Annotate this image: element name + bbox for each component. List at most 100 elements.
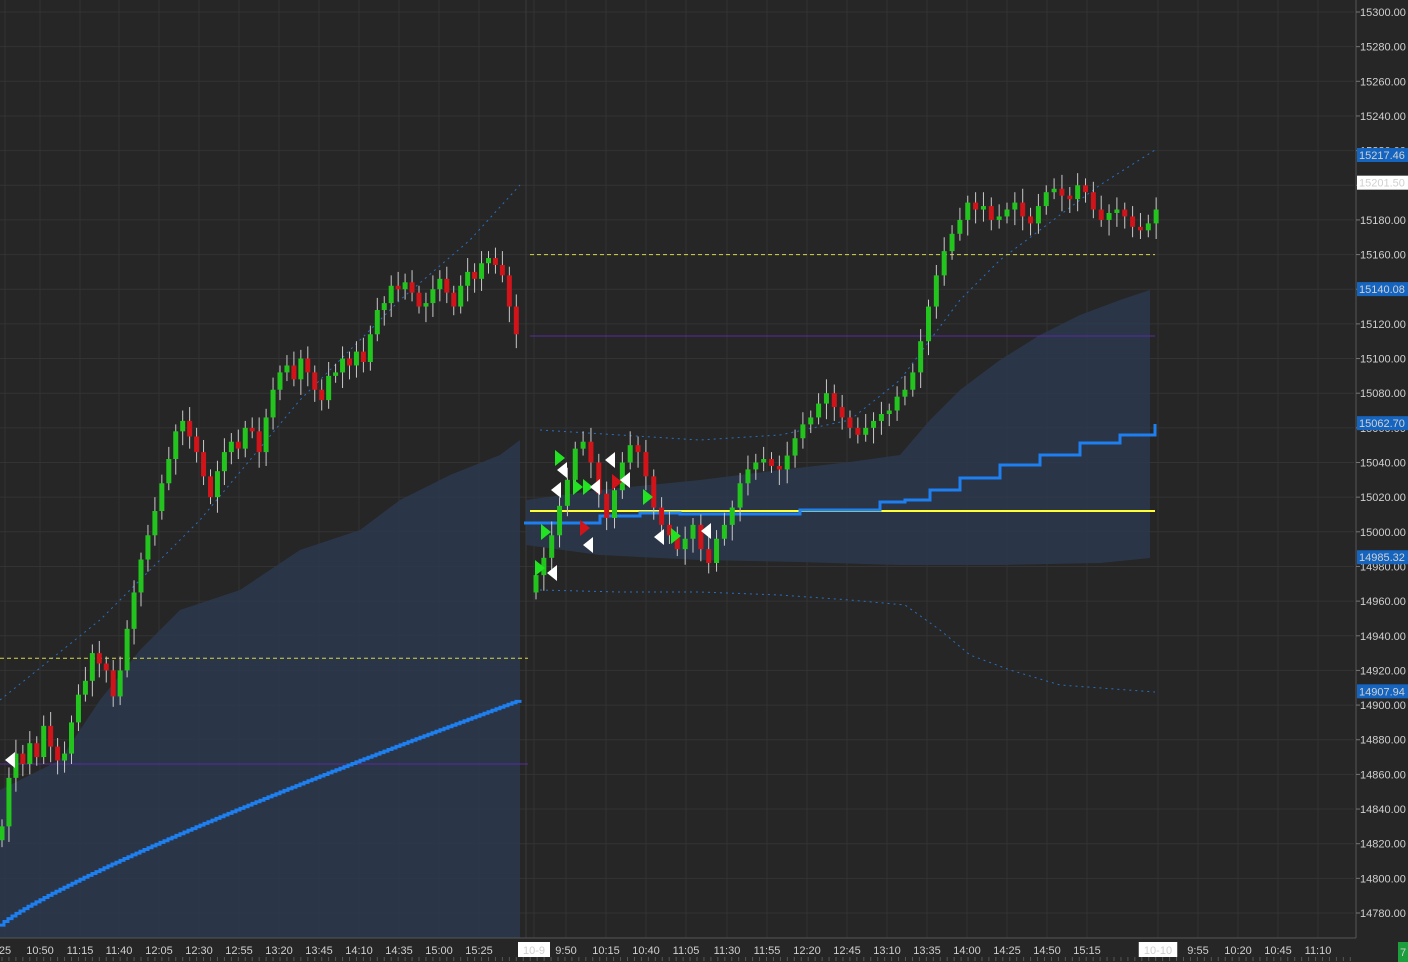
candle-body — [6, 777, 12, 827]
candle-body — [721, 524, 727, 539]
corner-badge: 7 — [1398, 942, 1408, 962]
candle-body — [933, 275, 939, 307]
candle-body — [996, 216, 1002, 220]
candle-body — [48, 725, 54, 747]
y-tick-label: 14920.00 — [1360, 665, 1406, 677]
candle-body — [557, 505, 563, 536]
candle-body — [690, 524, 696, 539]
candle-body — [619, 462, 625, 491]
candle-body — [27, 743, 33, 764]
candle-body — [1153, 209, 1159, 224]
y-tick-label: 15000.00 — [1360, 527, 1406, 539]
x-tick-label: 12:05 — [145, 945, 173, 957]
candle-body — [714, 538, 720, 563]
x-tick-label: 11:15 — [67, 945, 94, 957]
x-tick-label: 12:55 — [225, 945, 253, 957]
candle-body — [208, 476, 213, 498]
x-tick-label: 9:55 — [1187, 945, 1208, 957]
candle-body — [549, 535, 555, 558]
candle-body — [430, 289, 436, 304]
candle-body — [416, 292, 422, 307]
y-tick-label: 15240.00 — [1360, 111, 1406, 123]
candle-body — [918, 341, 924, 373]
candle-body — [402, 282, 408, 290]
candle-body — [926, 306, 931, 342]
candle-body — [1028, 216, 1034, 224]
candle-body — [745, 469, 751, 484]
candle-body — [333, 372, 339, 376]
candle-body — [263, 417, 269, 453]
candle-body — [444, 278, 450, 293]
price-badge: 15062.70 — [1357, 416, 1408, 431]
x-tick-label: 12:20 — [793, 945, 821, 957]
candle-body — [41, 725, 47, 758]
candle-body — [871, 420, 877, 428]
candle-body — [423, 303, 429, 307]
candle-body — [360, 351, 366, 363]
x-tick-label: 11:55 — [754, 945, 781, 957]
x-tick-label: 25 — [0, 945, 11, 957]
y-tick-label: 14780.00 — [1360, 908, 1406, 920]
price-badge: 15217.46 — [1357, 148, 1408, 163]
candle-body — [533, 575, 539, 593]
candle-body — [776, 465, 782, 470]
candle-body — [839, 407, 845, 418]
x-tick-label: 11:30 — [714, 945, 741, 957]
candle-body — [894, 396, 900, 411]
candle-body — [706, 549, 712, 563]
candle-body — [103, 663, 109, 671]
candle-body — [1075, 185, 1081, 200]
candle-body — [1083, 185, 1088, 193]
y-tick-label: 15260.00 — [1360, 76, 1406, 88]
y-axis: 15300.0015280.0015260.0015240.0015220.00… — [1355, 0, 1408, 962]
x-tick-label: 15:15 — [1073, 945, 1101, 957]
x-tick-label: 10:40 — [632, 945, 660, 957]
candle-body — [228, 441, 234, 453]
x-tick-label: 15:00 — [425, 945, 453, 957]
candle-body — [949, 233, 955, 252]
candle-body — [492, 258, 498, 265]
y-tick-label: 15040.00 — [1360, 458, 1406, 470]
candle-body — [75, 694, 81, 723]
price-chart[interactable]: 15300.0015280.0015260.0015240.0015220.00… — [0, 0, 1408, 962]
candle-body — [902, 389, 908, 397]
candle-body — [1130, 216, 1136, 227]
candle-body — [479, 263, 485, 279]
y-tick-label: 15300.00 — [1360, 7, 1406, 19]
candle-body — [256, 431, 262, 453]
candle-body — [729, 507, 735, 525]
candle-body — [635, 445, 641, 453]
x-tick-label: 12:45 — [833, 945, 861, 957]
candle-body — [145, 535, 151, 560]
x-tick-label: 14:25 — [993, 945, 1021, 957]
candle-body — [863, 427, 869, 435]
y-tick-label: 14940.00 — [1360, 631, 1406, 643]
price-badge: 15201.50 — [1357, 175, 1408, 190]
price-badge-label: 14985.32 — [1359, 552, 1405, 564]
candle-body — [588, 441, 594, 463]
candle-body — [214, 471, 220, 498]
candle-body — [62, 753, 68, 761]
price-badge: 15140.08 — [1357, 282, 1408, 297]
candle-body — [124, 628, 130, 671]
price-badge-label: 14907.94 — [1359, 686, 1405, 698]
candle-body — [855, 427, 861, 435]
x-tick-label: 10:15 — [592, 945, 620, 957]
x-tick-label: 11:10 — [1305, 945, 1332, 957]
candle-body — [131, 592, 137, 629]
candle-body — [221, 452, 227, 472]
candle-body — [166, 459, 172, 484]
y-tick-label: 15160.00 — [1360, 250, 1406, 262]
candle-body — [1098, 209, 1104, 220]
candle-body — [847, 417, 853, 428]
x-tick-label: 10:45 — [1264, 945, 1292, 957]
candle-body — [437, 278, 443, 290]
x-tick-label: 12:30 — [185, 945, 213, 957]
candle-body — [249, 427, 255, 432]
price-badge: 14907.94 — [1357, 684, 1408, 699]
candle-body — [506, 275, 512, 307]
candle-body — [201, 452, 207, 477]
candle-body — [808, 417, 814, 425]
candle-body — [659, 507, 665, 525]
x-tick-label: 14:00 — [953, 945, 981, 957]
